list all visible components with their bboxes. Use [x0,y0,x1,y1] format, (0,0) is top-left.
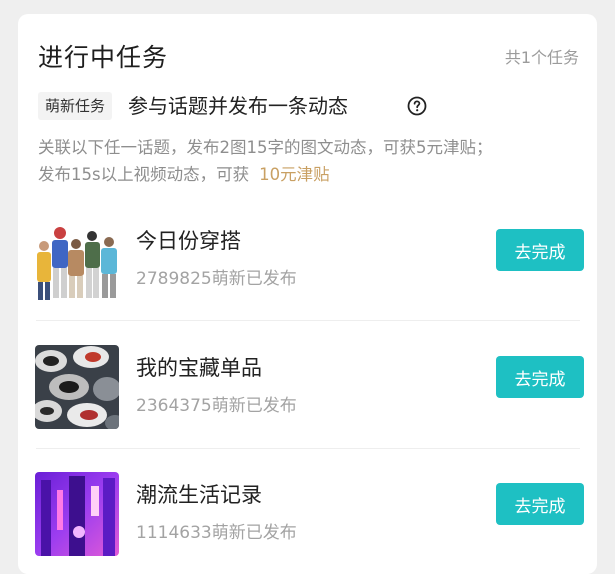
task-count: 共1个任务 [504,48,579,67]
desc-line-1: 关联以下任一话题，发布2图15字的图文动态，可获5元津贴； [38,138,493,157]
task-row: 萌新任务 参与话题并发布一条动态 [38,92,579,122]
topic-item[interactable]: 我的宝藏单品 2364375萌新已发布 去完成 [35,345,584,445]
section-title: 进行中任务 [38,43,169,72]
topic-stats: 1114633萌新已发布 [136,523,297,543]
topic-stats: 2364375萌新已发布 [136,396,297,416]
topic-item[interactable]: 潮流生活记录 1114633萌新已发布 去完成 [35,472,584,572]
desc-line-2: 发布15s以上视频动态，可获 10元津贴 [38,161,583,188]
topic-thumbnail-street [35,472,119,556]
reward-highlight: 10元津贴 [259,165,330,184]
desc-line-2-text: 发布15s以上视频动态，可获 [38,165,250,184]
topic-thumbnail-outfit [35,218,119,302]
complete-button[interactable]: 去完成 [496,229,584,271]
task-title: 参与话题并发布一条动态 [128,94,348,118]
tasks-card: 进行中任务 共1个任务 萌新任务 参与话题并发布一条动态 关联以下任一话题，发布… [18,14,597,574]
divider [36,320,580,321]
topic-item[interactable]: 今日份穿搭 2789825萌新已发布 去完成 [35,218,584,318]
topic-name: 潮流生活记录 [136,483,262,507]
topic-name: 今日份穿搭 [136,229,241,253]
complete-button[interactable]: 去完成 [496,356,584,398]
topic-stats: 2789825萌新已发布 [136,269,297,289]
task-description: 关联以下任一话题，发布2图15字的图文动态，可获5元津贴； 发布15s以上视频动… [38,134,583,188]
topic-thumbnail-sneakers [35,345,119,429]
divider [36,448,580,449]
topic-name: 我的宝藏单品 [136,356,262,380]
task-badge: 萌新任务 [38,92,113,120]
section-header: 进行中任务 共1个任务 [38,38,579,74]
complete-button[interactable]: 去完成 [496,483,584,525]
question-circle-icon[interactable] [407,96,427,116]
